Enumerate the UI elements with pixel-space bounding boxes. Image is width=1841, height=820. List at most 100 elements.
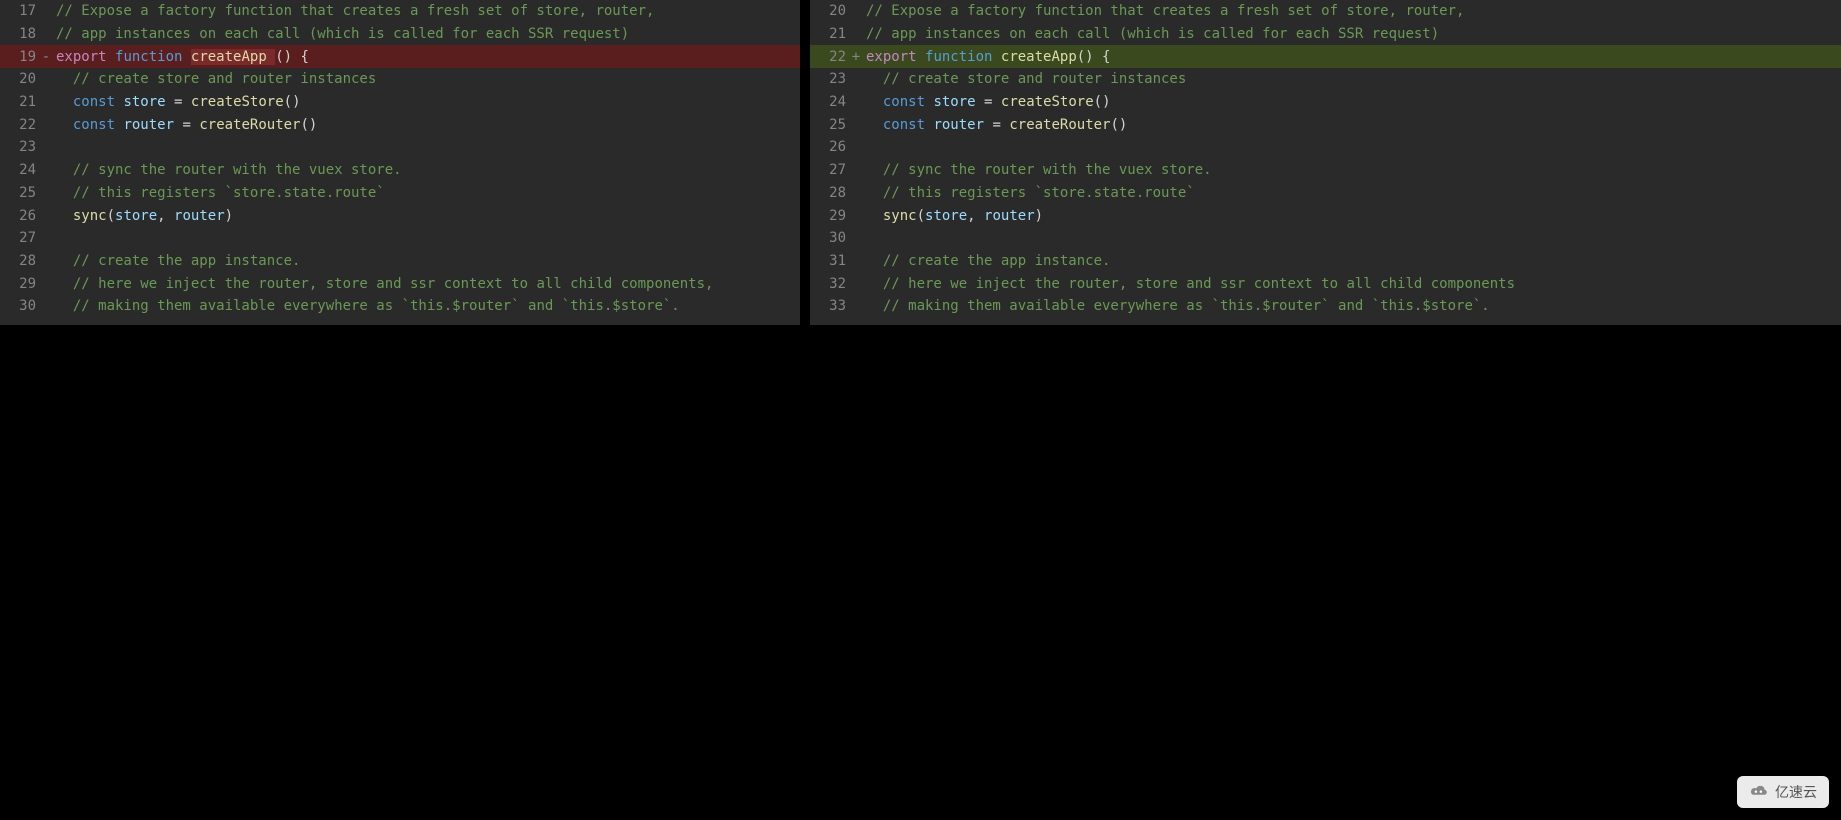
diff-marker xyxy=(850,298,862,314)
code-line[interactable]: 26 xyxy=(810,136,1841,159)
diff-marker xyxy=(850,162,862,178)
code-line[interactable]: 17 // Expose a factory function that cre… xyxy=(0,0,800,23)
diff-marker xyxy=(40,298,52,314)
diff-marker: + xyxy=(850,49,862,65)
diff-marker xyxy=(850,3,862,19)
diff-marker: - xyxy=(40,49,52,65)
diff-marker xyxy=(850,94,862,110)
line-number: 17 xyxy=(0,3,40,19)
code-content: // sync the router with the vuex store. xyxy=(52,162,800,178)
diff-marker xyxy=(40,71,52,87)
code-line[interactable]: 25 // this registers `store.state.route` xyxy=(0,182,800,205)
code-content xyxy=(862,139,1841,155)
code-content: export function createApp() { xyxy=(862,49,1841,65)
code-line[interactable]: 26 sync(store, router) xyxy=(0,204,800,227)
code-line[interactable]: 27 // sync the router with the vuex stor… xyxy=(810,159,1841,182)
code-content xyxy=(52,230,800,246)
diff-marker xyxy=(850,117,862,133)
code-line[interactable]: 20 // Expose a factory function that cre… xyxy=(810,0,1841,23)
diff-marker xyxy=(850,26,862,42)
code-content xyxy=(52,139,800,155)
diff-marker xyxy=(40,94,52,110)
code-line[interactable]: 23 // create store and router instances xyxy=(810,68,1841,91)
pane-divider[interactable] xyxy=(800,0,810,325)
diff-marker xyxy=(40,26,52,42)
code-line[interactable]: 29 sync(store, router) xyxy=(810,204,1841,227)
code-content: sync(store, router) xyxy=(862,208,1841,224)
diff-marker xyxy=(40,230,52,246)
code-line[interactable]: 19-export function createApp () { xyxy=(0,45,800,68)
code-line[interactable]: 32 // here we inject the router, store a… xyxy=(810,272,1841,295)
code-line[interactable]: 21 const store = createStore() xyxy=(0,91,800,114)
cloud-icon xyxy=(1749,784,1769,801)
line-number: 24 xyxy=(810,94,850,110)
line-number: 26 xyxy=(0,208,40,224)
code-content: // Expose a factory function that create… xyxy=(52,3,800,19)
code-content: // create the app instance. xyxy=(862,253,1841,269)
code-content: // this registers `store.state.route` xyxy=(862,185,1841,201)
diff-marker xyxy=(40,117,52,133)
diff-marker xyxy=(850,185,862,201)
code-content: // Expose a factory function that create… xyxy=(862,3,1841,19)
diff-marker xyxy=(40,3,52,19)
code-line[interactable]: 25 const router = createRouter() xyxy=(810,113,1841,136)
code-content: sync(store, router) xyxy=(52,208,800,224)
diff-marker xyxy=(40,208,52,224)
code-content: const store = createStore() xyxy=(862,94,1841,110)
diff-marker xyxy=(40,276,52,292)
code-line[interactable]: 21 // app instances on each call (which … xyxy=(810,23,1841,46)
code-content: // create store and router instances xyxy=(52,71,800,87)
code-line[interactable]: 20 // create store and router instances xyxy=(0,68,800,91)
code-line[interactable]: 27 xyxy=(0,227,800,250)
code-content: // this registers `store.state.route` xyxy=(52,185,800,201)
code-line[interactable]: 29 // here we inject the router, store a… xyxy=(0,272,800,295)
code-line[interactable]: 30 // making them available everywhere a… xyxy=(0,295,800,318)
code-line[interactable]: 28 // create the app instance. xyxy=(0,250,800,273)
code-content: const router = createRouter() xyxy=(52,117,800,133)
line-number: 30 xyxy=(810,230,850,246)
right-pane[interactable]: 20 // Expose a factory function that cre… xyxy=(810,0,1841,325)
code-content: // here we inject the router, store and … xyxy=(862,276,1841,292)
code-content xyxy=(862,230,1841,246)
code-content: // here we inject the router, store and … xyxy=(52,276,800,292)
code-content: // making them available everywhere as `… xyxy=(862,298,1841,314)
diff-marker xyxy=(850,276,862,292)
line-number: 28 xyxy=(0,253,40,269)
code-line[interactable]: 24 // sync the router with the vuex stor… xyxy=(0,159,800,182)
line-number: 24 xyxy=(0,162,40,178)
diff-marker xyxy=(850,230,862,246)
line-number: 25 xyxy=(810,117,850,133)
code-line[interactable]: 22 const router = createRouter() xyxy=(0,113,800,136)
code-line[interactable]: 22+export function createApp() { xyxy=(810,45,1841,68)
watermark-badge: 亿速云 xyxy=(1737,776,1829,808)
code-content: // create store and router instances xyxy=(862,71,1841,87)
code-line[interactable]: 33 // making them available everywhere a… xyxy=(810,295,1841,318)
line-number: 25 xyxy=(0,185,40,201)
code-content: export function createApp () { xyxy=(52,49,800,65)
left-pane[interactable]: 17 // Expose a factory function that cre… xyxy=(0,0,800,325)
code-line[interactable]: 24 const store = createStore() xyxy=(810,91,1841,114)
line-number: 23 xyxy=(0,139,40,155)
line-number: 27 xyxy=(0,230,40,246)
diff-marker xyxy=(850,208,862,224)
line-number: 23 xyxy=(810,71,850,87)
code-line[interactable]: 18 // app instances on each call (which … xyxy=(0,23,800,46)
line-number: 30 xyxy=(0,298,40,314)
line-number: 32 xyxy=(810,276,850,292)
code-line[interactable]: 30 xyxy=(810,227,1841,250)
line-number: 33 xyxy=(810,298,850,314)
line-number: 27 xyxy=(810,162,850,178)
diff-marker xyxy=(40,139,52,155)
line-number: 20 xyxy=(810,3,850,19)
diff-marker xyxy=(850,253,862,269)
code-line[interactable]: 28 // this registers `store.state.route` xyxy=(810,182,1841,205)
code-content: const router = createRouter() xyxy=(862,117,1841,133)
code-line[interactable]: 31 // create the app instance. xyxy=(810,250,1841,273)
line-number: 29 xyxy=(0,276,40,292)
code-line[interactable]: 23 xyxy=(0,136,800,159)
line-number: 26 xyxy=(810,139,850,155)
line-number: 29 xyxy=(810,208,850,224)
line-number: 20 xyxy=(0,71,40,87)
line-number: 21 xyxy=(0,94,40,110)
line-number: 22 xyxy=(0,117,40,133)
